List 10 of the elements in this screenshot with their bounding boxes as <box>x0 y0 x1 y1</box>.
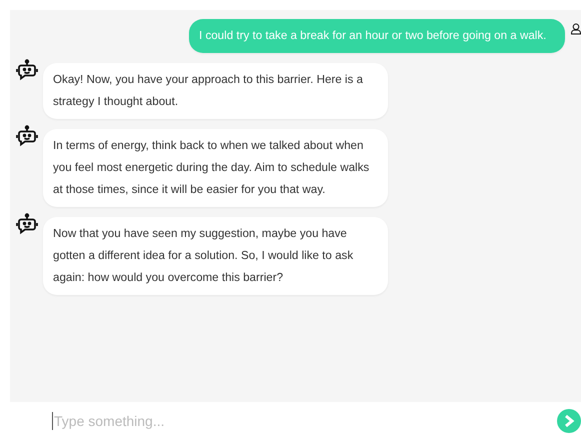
chevron-icon <box>563 414 575 428</box>
bot-message: Now that you have seen my suggestion, maybe you have gotten a different idea for a solution. So, I would like to ask again: how would you overcome this barrier? <box>43 217 388 295</box>
bot-message: Okay! Now, you have your approach to this barrier. Here is a strategy I thought about. <box>43 63 388 119</box>
robot-icon <box>16 125 38 147</box>
bot-message: In terms of energy, think back to when we talked about when you feel most energetic during the day. Aim to schedule walks at those times, since it will be easier for you that way. <box>43 129 388 207</box>
send-button[interactable] <box>557 408 581 432</box>
robot-icon <box>16 59 38 81</box>
message-field[interactable]: Type something... <box>52 412 549 430</box>
robot-icon <box>16 213 38 235</box>
user-message: I could try to take a break for an hour or two before going on a walk. <box>189 19 565 53</box>
